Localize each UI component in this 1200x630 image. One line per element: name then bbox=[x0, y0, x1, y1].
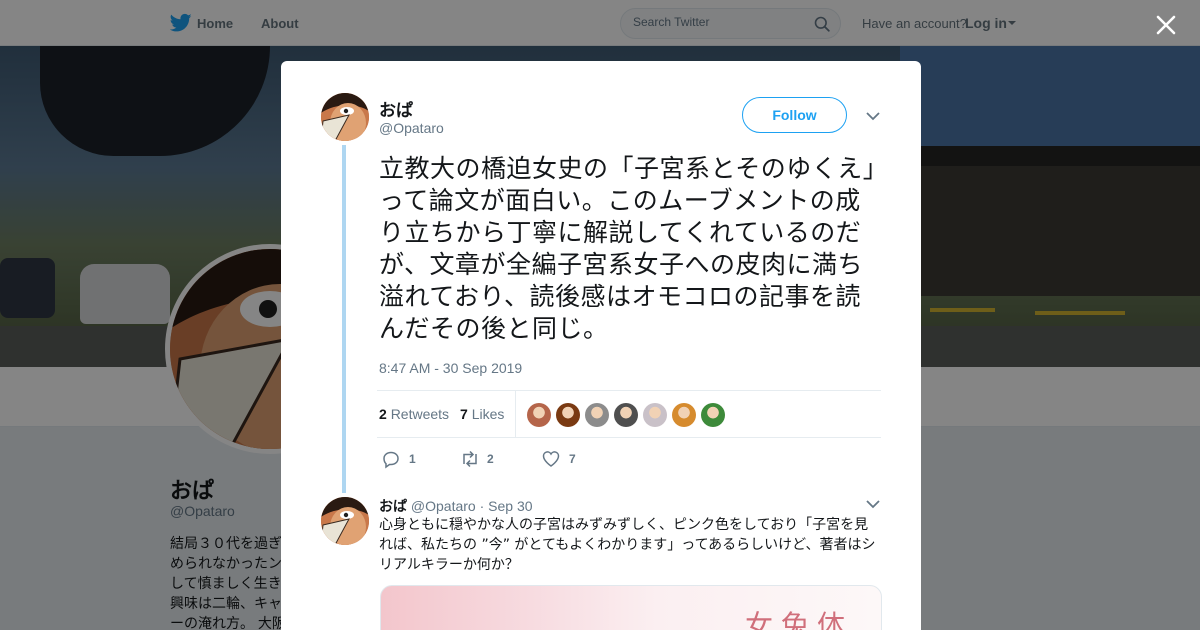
liker-avatar[interactable] bbox=[614, 403, 638, 427]
reply-count: 1 bbox=[409, 452, 416, 466]
reply-action[interactable]: 1 bbox=[381, 449, 421, 469]
like-action[interactable]: 7 bbox=[541, 449, 581, 469]
liker-avatar[interactable] bbox=[701, 403, 725, 427]
close-icon[interactable] bbox=[1152, 11, 1180, 39]
retweets-stat[interactable]: 2 Retweets bbox=[379, 406, 449, 422]
reply-text: 心身ともに穏やかな人の子宮はみずみずしく、ピンク色をしており「子宮を見れば、私た… bbox=[379, 517, 876, 573]
liker-avatar[interactable] bbox=[556, 403, 580, 427]
chevron-down-icon[interactable] bbox=[866, 499, 880, 509]
follow-button[interactable]: Follow bbox=[742, 97, 847, 133]
like-count: 7 bbox=[569, 452, 576, 466]
tweet-author-name[interactable]: おぱ bbox=[379, 96, 413, 121]
reply-icon bbox=[383, 451, 399, 469]
tweet-timestamp[interactable]: 8:47 AM - 30 Sep 2019 bbox=[379, 360, 522, 376]
tweet-stats: 2 Retweets 7 Likes bbox=[377, 390, 881, 438]
tweet-text: 立教大の橋迫女史の「子宮系とそのゆくえ」って論文が面白い。このムーブメントの成り… bbox=[379, 154, 876, 343]
tweet-modal: おぱ @Opataro Follow 立教大の橋迫女史の「子宮系とそのゆくえ」っ… bbox=[281, 61, 921, 630]
liker-avatar[interactable] bbox=[672, 403, 696, 427]
liker-avatar[interactable] bbox=[643, 403, 667, 427]
reply-header: おぱ @Opataro · Sep 30 bbox=[379, 496, 533, 516]
thread-line bbox=[342, 145, 346, 493]
reply-author-handle[interactable]: @Opataro bbox=[411, 498, 476, 514]
reply-media-image[interactable]: 女兔体 bbox=[380, 585, 882, 630]
reply-separator: · bbox=[479, 498, 485, 514]
likes-stat[interactable]: 7 Likes bbox=[460, 406, 504, 422]
retweets-count: 2 bbox=[379, 406, 387, 422]
retweets-label: Retweets bbox=[390, 406, 450, 422]
liker-avatar[interactable] bbox=[585, 403, 609, 427]
stats-divider bbox=[515, 391, 516, 437]
reply-author-avatar[interactable] bbox=[321, 497, 369, 545]
retweet-count: 2 bbox=[487, 452, 494, 466]
heart-icon bbox=[542, 451, 560, 467]
retweet-icon bbox=[463, 450, 477, 468]
tweet-author-handle[interactable]: @Opataro bbox=[379, 120, 444, 136]
likes-count: 7 bbox=[460, 406, 468, 422]
avatar-illustration bbox=[321, 497, 369, 545]
retweet-action[interactable]: 2 bbox=[459, 449, 499, 469]
tweet-author-avatar[interactable] bbox=[321, 93, 369, 141]
likes-label: Likes bbox=[471, 406, 505, 422]
reply-date[interactable]: Sep 30 bbox=[488, 498, 532, 514]
avatar-illustration bbox=[321, 93, 369, 141]
liker-avatar[interactable] bbox=[527, 403, 551, 427]
media-title-text: 女兔体 bbox=[744, 609, 853, 630]
chevron-down-icon[interactable] bbox=[866, 111, 880, 121]
reply-author-name[interactable]: おぱ bbox=[379, 498, 407, 514]
